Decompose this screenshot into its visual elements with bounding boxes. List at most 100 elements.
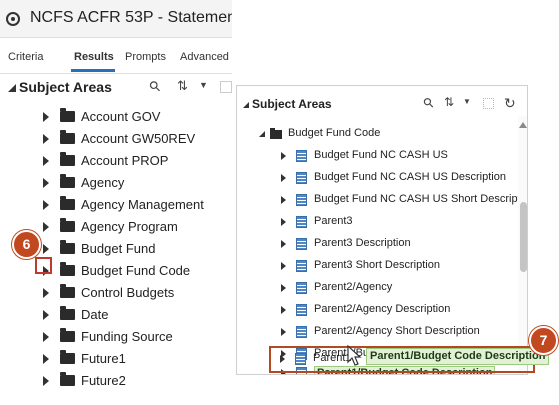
tree-item-control-budgets[interactable]: Control Budgets — [0, 282, 232, 304]
expand-arrow-icon[interactable] — [281, 306, 286, 314]
sort-icon[interactable]: ⇅ — [444, 95, 454, 109]
expand-arrow-icon[interactable] — [43, 244, 49, 254]
tree-column-item[interactable]: Parent3 Short Description — [237, 256, 517, 277]
expand-arrow-icon[interactable] — [281, 174, 286, 182]
grid-icon[interactable] — [220, 81, 232, 93]
subject-areas-header: Subject Areas ⚲ ⇅ ▼ ↻ — [237, 90, 527, 116]
tab-prompts[interactable]: Prompts — [125, 51, 166, 63]
column-icon — [296, 172, 307, 184]
tree-item-date[interactable]: Date — [0, 304, 232, 326]
expand-arrow-icon[interactable] — [43, 376, 49, 386]
folder-icon — [60, 152, 75, 166]
expand-arrow-icon[interactable] — [281, 240, 286, 248]
tree-item-future1[interactable]: Future1 — [0, 348, 232, 370]
column-label: Parent2/Agency Short Description — [314, 325, 480, 337]
folder-icon — [60, 284, 75, 298]
column-icon — [296, 194, 307, 206]
tree-column-item[interactable]: Parent2/Agency — [237, 278, 517, 299]
sort-icon[interactable]: ⇅ — [177, 78, 188, 94]
tree-column-item[interactable]: Budget Fund NC CASH US Short Descriptio — [237, 190, 527, 211]
expand-target-highlight — [35, 257, 52, 274]
column-label: Parent3 Description — [314, 237, 411, 249]
tree-column-item[interactable]: Budget Fund NC CASH US — [237, 146, 517, 167]
collapse-triangle-icon[interactable] — [243, 102, 249, 108]
column-icon — [296, 260, 307, 272]
scrollbar-thumb[interactable] — [520, 202, 527, 272]
column-label: Parent3 — [314, 215, 353, 227]
right-panel: Subject Areas ⚲ ⇅ ▼ ↻ Budget Fund Code B… — [236, 85, 528, 375]
expand-arrow-icon[interactable] — [43, 288, 49, 298]
chevron-down-icon[interactable]: ▼ — [463, 97, 471, 106]
expand-arrow-icon[interactable] — [43, 222, 49, 232]
search-icon[interactable]: ⚲ — [420, 94, 438, 112]
grid-icon[interactable] — [483, 98, 494, 109]
expand-arrow-icon[interactable] — [43, 310, 49, 320]
collapse-arrow-icon[interactable] — [259, 131, 265, 137]
tree-item-agency-management[interactable]: Agency Management — [0, 194, 232, 216]
tree-folder-budget-fund-code[interactable]: Budget Fund Code — [237, 124, 517, 145]
folder-icon — [60, 174, 75, 188]
expand-arrow-icon[interactable] — [281, 328, 286, 336]
tree-column-item[interactable]: Parent3 Description — [237, 234, 517, 255]
folder-icon — [60, 218, 75, 232]
tree-item-label: Budget Fund Code — [81, 263, 191, 278]
column-label: Budget Fund NC CASH US Description — [314, 171, 506, 183]
expand-arrow-icon[interactable] — [43, 332, 49, 342]
vertical-scrollbar[interactable] — [518, 116, 527, 374]
column-label: Parent2/Agency Description — [314, 303, 451, 315]
expand-arrow-icon[interactable] — [281, 152, 286, 160]
column-icon — [296, 150, 307, 162]
expand-arrow-icon[interactable] — [281, 284, 286, 292]
subject-areas-title: Subject Areas — [252, 97, 332, 111]
tree-item-label: Account GW50REV — [81, 131, 196, 146]
scroll-up-arrow-icon[interactable] — [519, 122, 527, 128]
tab-results[interactable]: Results — [74, 51, 114, 63]
tree-item-label: Date — [81, 307, 109, 322]
tree-item-label: Account PROP — [81, 153, 169, 168]
refresh-icon[interactable]: ↻ — [504, 95, 516, 112]
expand-arrow-icon[interactable] — [43, 200, 49, 210]
tree-item-account-gov[interactable]: Account GOV — [0, 106, 232, 128]
chevron-down-icon[interactable]: ▼ — [199, 80, 208, 90]
expand-arrow-icon[interactable] — [43, 156, 49, 166]
tree-column-item[interactable]: Budget Fund NC CASH US Description — [237, 168, 517, 189]
step-callout-badge: 7 — [529, 326, 558, 355]
tree-item-label: Agency — [81, 175, 125, 190]
expand-arrow-icon[interactable] — [43, 178, 49, 188]
expand-arrow-icon[interactable] — [43, 134, 49, 144]
column-label: Parent2/Agency — [314, 281, 393, 293]
collapse-triangle-icon[interactable] — [8, 84, 16, 92]
column-icon — [296, 304, 307, 316]
expand-arrow-icon[interactable] — [281, 196, 286, 204]
expand-arrow-icon[interactable] — [281, 262, 286, 270]
column-icon — [296, 216, 307, 228]
tree-item-label: Future2 — [81, 373, 126, 388]
tree-item-account-prop[interactable]: Account PROP — [0, 150, 232, 172]
expand-arrow-icon[interactable] — [43, 112, 49, 122]
folder-icon — [60, 372, 75, 386]
tree-column-item[interactable]: Parent2/Agency Short Description — [237, 322, 517, 343]
tree-item-label: Future1 — [81, 351, 126, 366]
tab-criteria[interactable]: Criteria — [8, 51, 43, 63]
column-label: Parent3 Short Description — [314, 259, 440, 271]
tree-column-item[interactable]: Parent2/Agency Description — [237, 300, 517, 321]
tree-item-future2[interactable]: Future2 — [0, 370, 232, 392]
drag-tooltip: Parent1/Budget Code Description — [366, 348, 550, 365]
tree-item-label: Funding Source — [81, 329, 173, 344]
folder-icon — [60, 196, 75, 210]
expand-arrow-icon[interactable] — [43, 354, 49, 364]
tree-item-account-gw50rev[interactable]: Account GW50REV — [0, 128, 232, 150]
tree-item-funding-source[interactable]: Funding Source — [0, 326, 232, 348]
window-title: NCFS ACFR 53P - Statement c — [30, 9, 232, 26]
folder-icon — [60, 350, 75, 364]
expand-arrow-icon[interactable] — [281, 218, 286, 226]
left-panel: NCFS ACFR 53P - Statement c Criteria Res… — [0, 0, 232, 405]
subject-areas-title: Subject Areas — [19, 79, 112, 95]
search-icon[interactable]: ⚲ — [145, 77, 164, 96]
tree-item-agency[interactable]: Agency — [0, 172, 232, 194]
subject-area-tree: Budget Fund Code Budget Fund NC CASH US … — [237, 116, 527, 374]
folder-icon — [60, 240, 75, 254]
folder-icon — [60, 108, 75, 122]
tree-column-item[interactable]: Parent3 — [237, 212, 517, 233]
tab-advanced[interactable]: Advanced — [180, 51, 229, 63]
